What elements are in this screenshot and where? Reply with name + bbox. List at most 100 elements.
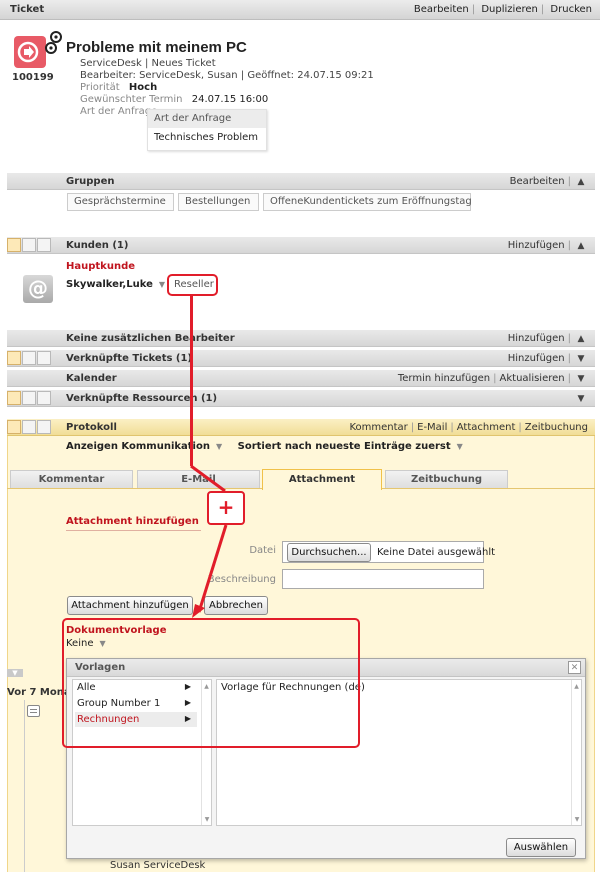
file-input[interactable]: Durchsuchen... Keine Datei ausgewählt bbox=[282, 541, 495, 563]
desired-date-row: Gewünschter Termin 24.07.15 16:00 bbox=[80, 94, 268, 105]
editors-title: Keine zusätzlichen Bearbeiter bbox=[66, 333, 235, 344]
scroll-up-icon[interactable]: ▲ bbox=[572, 683, 581, 690]
template-area-highlight bbox=[62, 618, 360, 748]
ticket-line-2: Bearbeiter: ServiceDesk, Susan | Geöffne… bbox=[80, 70, 374, 81]
desired-date-label: Gewünschter Termin bbox=[80, 94, 183, 105]
customer-name[interactable]: Skywalker,Luke bbox=[66, 279, 153, 290]
chevron-down-icon[interactable]: ▼ bbox=[574, 354, 588, 364]
chevron-down-icon[interactable]: ▼ bbox=[159, 280, 165, 289]
timeline-author: Susan ServiceDesk bbox=[110, 860, 206, 871]
detail-view-icon[interactable] bbox=[37, 351, 51, 365]
editors-add-link[interactable]: Hinzufügen bbox=[508, 333, 565, 344]
scroll-down-icon[interactable]: ▼ bbox=[572, 816, 582, 823]
linked-tickets-add-link[interactable]: Hinzufügen bbox=[508, 353, 565, 364]
add-attachment-button[interactable]: Attachment hinzufügen bbox=[67, 596, 193, 615]
card-view-icon[interactable] bbox=[7, 420, 21, 434]
customer-role: Reseller bbox=[174, 279, 214, 290]
duplicate-ticket-link[interactable]: Duplizieren bbox=[481, 4, 538, 15]
groups-title: Gruppen bbox=[66, 176, 115, 187]
priority-label: Priorität bbox=[80, 82, 120, 93]
tab-attachment-label: Attachment bbox=[288, 474, 356, 485]
tab-comment-label: Kommentar bbox=[38, 474, 105, 485]
file-label: Datei bbox=[249, 545, 276, 556]
linked-resources-bar: Verknüpfte Ressourcen (1) ▼ bbox=[7, 389, 595, 407]
attachment-heading: Attachment hinzufügen bbox=[66, 516, 199, 527]
protocol-email-link[interactable]: E-Mail bbox=[417, 422, 447, 433]
list-view-icon[interactable] bbox=[22, 420, 36, 434]
priority-row: Priorität Hoch bbox=[80, 82, 157, 93]
request-type-dropdown-header: Art der Anfrage bbox=[148, 110, 266, 128]
scrollbar[interactable]: ▲ ▼ bbox=[571, 680, 581, 825]
add-appointment-link[interactable]: Termin hinzufügen bbox=[398, 373, 490, 384]
annotation-line-vertical bbox=[190, 296, 193, 466]
tab-attachment[interactable]: Attachment bbox=[262, 469, 382, 490]
chevron-down-icon[interactable]: ▼ bbox=[216, 442, 222, 451]
list-view-icon[interactable] bbox=[22, 238, 36, 252]
timeline-collapse[interactable]: ▼ bbox=[7, 669, 23, 677]
chevron-down-icon[interactable]: ▼ bbox=[574, 394, 588, 404]
close-icon[interactable]: ✕ bbox=[568, 661, 581, 674]
description-input[interactable] bbox=[282, 569, 484, 589]
chevron-up-icon[interactable]: ▲ bbox=[574, 241, 588, 251]
chevron-down-icon[interactable]: ▼ bbox=[457, 442, 463, 451]
editors-bar: Keine zusätzlichen Bearbeiter Hinzufügen… bbox=[7, 329, 595, 347]
ticket-line-1: ServiceDesk | Neues Ticket bbox=[80, 58, 216, 69]
request-type-label: Art der Anfrage bbox=[80, 106, 158, 117]
detail-view-icon[interactable] bbox=[37, 391, 51, 405]
detail-view-icon[interactable] bbox=[37, 238, 51, 252]
calendar-title: Kalender bbox=[66, 373, 117, 384]
tab-comment[interactable]: Kommentar bbox=[10, 470, 133, 488]
protocol-filters: Anzeigen Kommunikation ▼ Sortiert nach ne… bbox=[66, 441, 463, 452]
detail-view-icon[interactable] bbox=[37, 420, 51, 434]
tab-timebooking[interactable]: Zeitbuchung bbox=[385, 470, 508, 488]
plus-badge: + bbox=[207, 491, 245, 525]
choose-button[interactable]: Auswählen bbox=[506, 838, 576, 857]
edit-ticket-link[interactable]: Bearbeiten bbox=[414, 4, 469, 15]
protocol-title: Protokoll bbox=[66, 422, 117, 433]
tab-email[interactable]: E-Mail bbox=[137, 470, 260, 488]
browse-button[interactable]: Durchsuchen... bbox=[287, 543, 371, 562]
linked-tickets-title: Verknüpfte Tickets (1) bbox=[66, 353, 193, 364]
card-view-icon[interactable] bbox=[7, 351, 21, 365]
request-type-dropdown[interactable]: Art der Anfrage Technisches Problem bbox=[147, 109, 267, 151]
print-ticket-link[interactable]: Drucken bbox=[550, 4, 592, 15]
protocol-comment-link[interactable]: Kommentar bbox=[349, 422, 407, 433]
refresh-link[interactable]: Aktualisieren bbox=[500, 373, 565, 384]
list-view-icon[interactable] bbox=[22, 351, 36, 365]
header-actions: Bearbeiten | Duplizieren | Drucken bbox=[413, 4, 592, 15]
show-filter[interactable]: Anzeigen Kommunikation bbox=[66, 441, 210, 452]
groups-edit-link[interactable]: Bearbeiten bbox=[510, 176, 565, 187]
request-type-option-selected[interactable]: Technisches Problem bbox=[148, 128, 266, 147]
at-icon: @ bbox=[28, 276, 48, 300]
comment-icon bbox=[27, 705, 40, 717]
chevron-down-icon[interactable]: ▼ bbox=[574, 374, 588, 384]
customers-bar: Kunden (1) Hinzufügen | ▲ bbox=[7, 236, 595, 254]
linked-tickets-bar: Verknüpfte Tickets (1) Hinzufügen | ▼ bbox=[7, 349, 595, 367]
ticket-header-bar: Ticket Bearbeiten | Duplizieren | Drucken bbox=[0, 0, 600, 20]
customers-add-link[interactable]: Hinzufügen bbox=[508, 240, 565, 251]
protocol-attachment-link[interactable]: Attachment bbox=[457, 422, 516, 433]
timeline-line bbox=[24, 700, 25, 872]
scroll-down-icon[interactable]: ▼ bbox=[202, 816, 212, 823]
chevron-up-icon[interactable]: ▲ bbox=[574, 177, 588, 187]
attachment-heading-underline bbox=[66, 530, 201, 531]
customer-avatar: @ bbox=[23, 275, 53, 303]
list-view-icon[interactable] bbox=[22, 391, 36, 405]
customer-row: Skywalker,Luke ▼ bbox=[66, 279, 165, 290]
ticket-status-icon bbox=[40, 30, 64, 54]
card-view-icon[interactable] bbox=[7, 238, 21, 252]
group-tag: Bestellungen bbox=[178, 193, 259, 211]
main-customer-heading: Hauptkunde bbox=[66, 261, 136, 272]
protocol-bar: Protokoll Kommentar | E-Mail | Attachment | Ze… bbox=[7, 418, 595, 436]
cancel-button[interactable]: Abbrechen bbox=[204, 596, 268, 615]
view-toggle bbox=[7, 238, 52, 252]
protocol-time-link[interactable]: Zeitbuchung bbox=[525, 422, 588, 433]
no-file-text: Keine Datei ausgewählt bbox=[377, 547, 496, 558]
desired-date-value: 24.07.15 16:00 bbox=[191, 94, 269, 105]
description-label: Beschreibung bbox=[207, 574, 276, 585]
calendar-bar: Kalender Termin hinzufügen | Aktualisieren… bbox=[7, 369, 595, 387]
sort-filter[interactable]: Sortiert nach neueste Einträge zuerst bbox=[238, 441, 451, 452]
tab-timebooking-label: Zeitbuchung bbox=[411, 474, 482, 485]
chevron-up-icon[interactable]: ▲ bbox=[574, 334, 588, 344]
card-view-icon[interactable] bbox=[7, 391, 21, 405]
